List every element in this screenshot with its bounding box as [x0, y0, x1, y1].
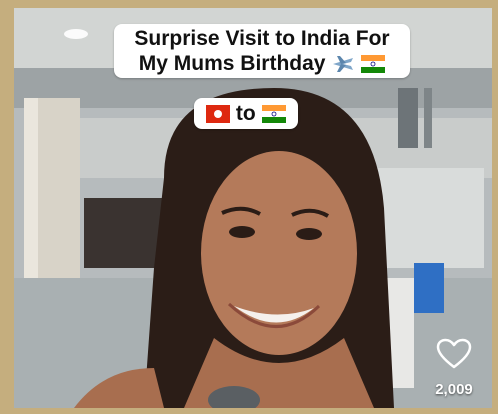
hong-kong-flag-icon [206, 105, 230, 124]
caption-line-2-row: My Mums Birthday [124, 51, 400, 76]
india-flag-icon [261, 105, 286, 124]
heart-outline-icon[interactable] [436, 338, 472, 370]
like-count: 2,009 [435, 381, 473, 398]
caption-line-2: My Mums Birthday [138, 52, 326, 75]
video-player[interactable]: Surprise Visit to India For My Mums Birt… [14, 8, 492, 408]
caption-route: to [194, 98, 298, 129]
india-flag-icon [361, 55, 386, 74]
airplane-emoji-icon [333, 56, 354, 73]
caption-route-word: to [235, 102, 256, 125]
like-button[interactable]: 2,009 [430, 338, 478, 398]
caption-line-1: Surprise Visit to India For [134, 27, 390, 50]
caption-title: Surprise Visit to India For My Mums Birt… [114, 24, 410, 78]
